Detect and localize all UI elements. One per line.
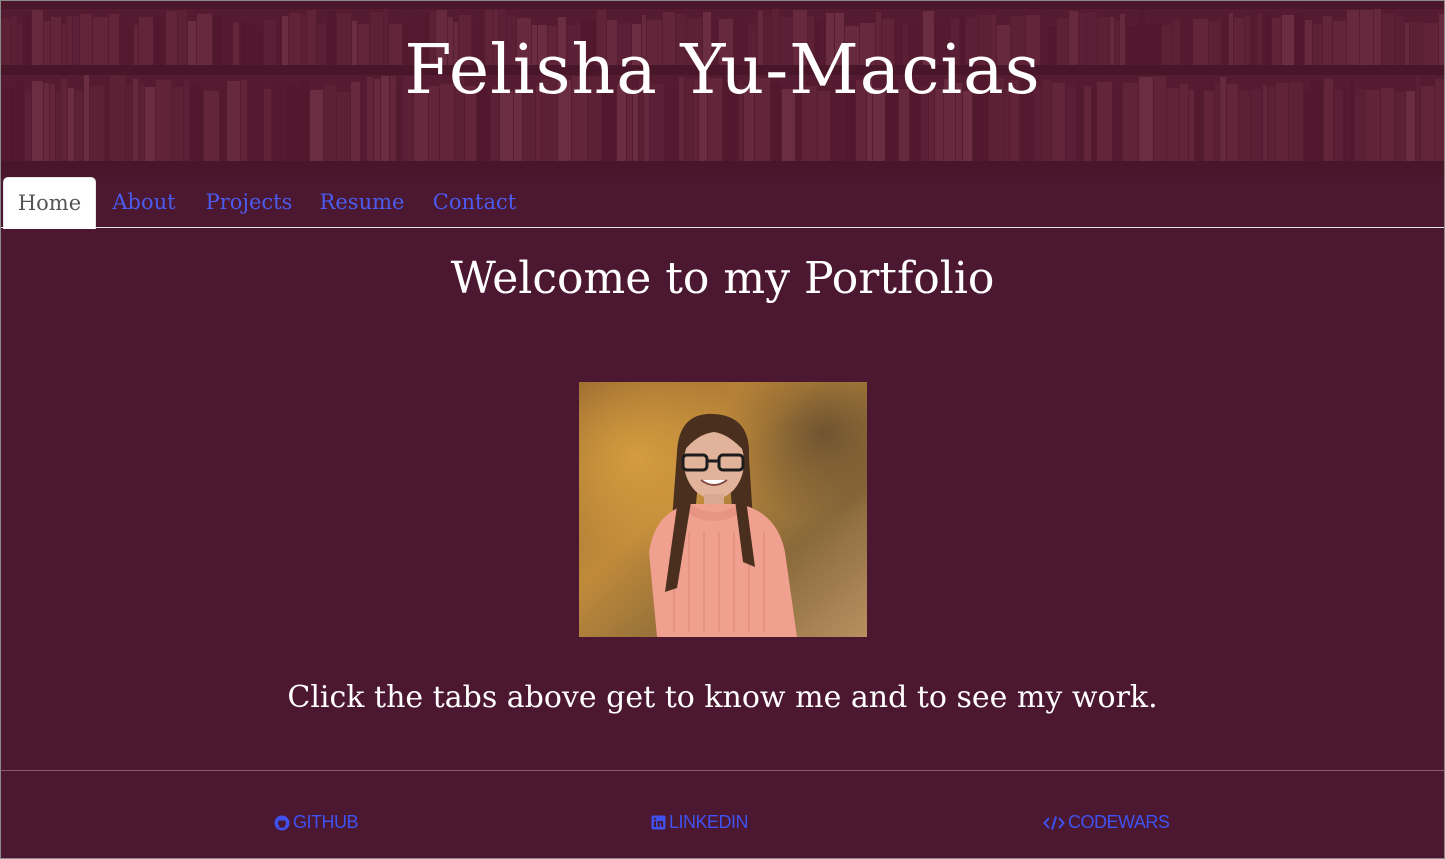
nav-tabs: Home About Projects Resume Contact <box>1 177 1444 229</box>
codewars-link[interactable]: CODEWARS <box>1043 812 1170 833</box>
code-icon <box>1043 815 1065 830</box>
github-label: GITHUB <box>293 812 359 832</box>
linkedin-icon <box>651 815 666 830</box>
github-icon <box>274 815 290 830</box>
codewars-label: CODEWARS <box>1068 812 1170 832</box>
welcome-heading: Welcome to my Portfolio <box>450 253 995 304</box>
linkedin-label: LINKEDIN <box>669 812 749 832</box>
tab-home[interactable]: Home <box>3 177 96 229</box>
site-title: Felisha Yu-Macias <box>404 31 1041 110</box>
linkedin-link[interactable]: LINKEDIN <box>651 812 749 833</box>
intro-tagline: Click the tabs above get to know me and … <box>287 680 1158 715</box>
tab-contact[interactable]: Contact <box>426 177 523 228</box>
tab-about[interactable]: About <box>104 177 184 228</box>
page: Felisha Yu-Macias Home About Projects Re… <box>0 0 1445 859</box>
tab-projects[interactable]: Projects <box>201 177 297 228</box>
tab-resume[interactable]: Resume <box>314 177 410 228</box>
footer: GITHUB LINKEDIN CODEWARS <box>1 770 1444 858</box>
profile-photo <box>579 382 867 637</box>
github-link[interactable]: GITHUB <box>274 812 359 833</box>
header-banner: Felisha Yu-Macias <box>1 1 1444 177</box>
